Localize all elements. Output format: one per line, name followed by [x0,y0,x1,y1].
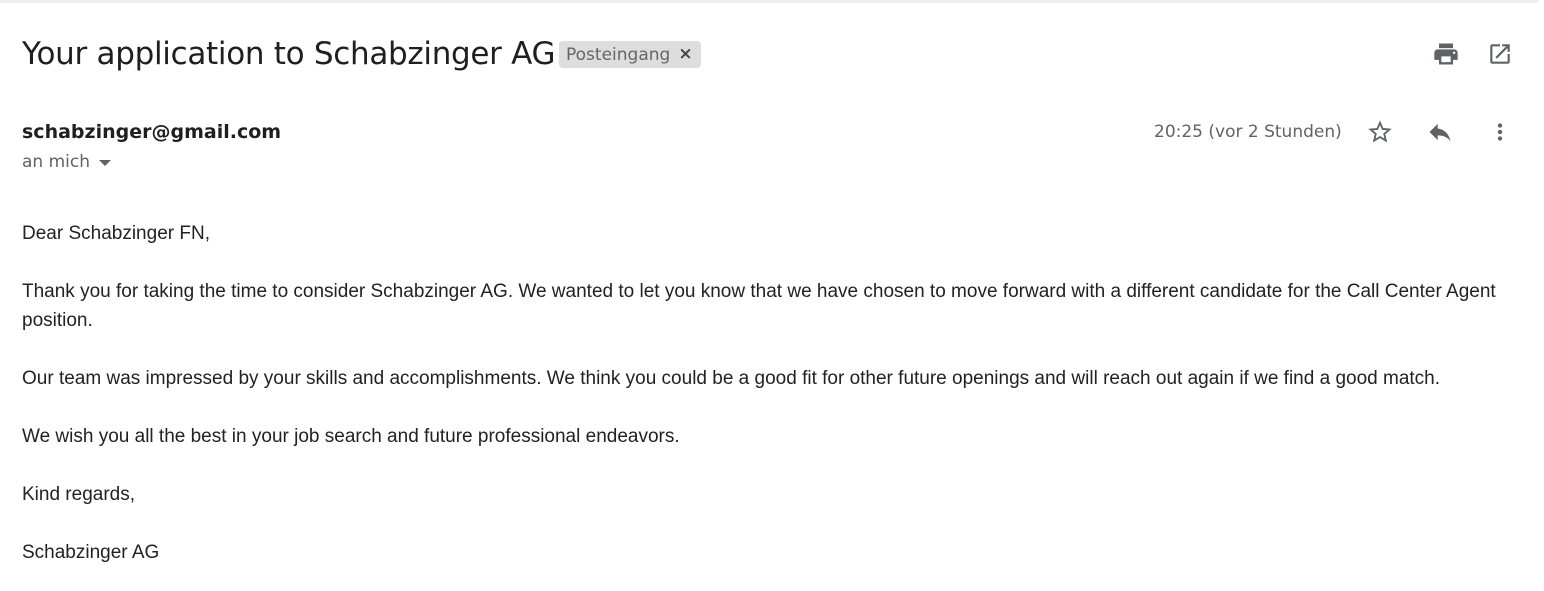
star-button[interactable] [1362,114,1398,150]
open-in-new-window-icon [1487,41,1513,67]
star-icon [1366,118,1394,146]
body-paragraph: Thank you for taking the time to conside… [22,281,1496,331]
recipient-dropdown[interactable]: an mich [22,150,111,174]
sender-email: schabzinger@gmail.com [22,121,282,143]
more-vertical-icon [1487,119,1513,145]
body-closing: Kind regards, [22,484,136,505]
recipient-label: an mich [22,152,90,172]
body-greeting: Dear Schabzinger FN, [22,223,210,244]
reply-icon [1426,118,1454,146]
label-chip-text: Posteingang [566,44,671,65]
open-in-new-window-button[interactable] [1482,36,1518,72]
remove-label-icon[interactable]: × [678,46,692,63]
email-timestamp: 20:25 (vor 2 Stunden) [1154,122,1342,142]
body-paragraph: We wish you all the best in your job sea… [22,426,680,447]
body-signature: Schabzinger AG [22,542,160,563]
label-chip-inbox[interactable]: Posteingang × [559,41,701,68]
top-divider [0,0,1538,3]
caret-down-icon [99,160,111,166]
reply-button[interactable] [1422,114,1458,150]
more-options-button[interactable] [1482,114,1518,150]
email-body: Dear Schabzinger FN, Thank you for takin… [22,219,1512,591]
email-subject: Your application to Schabzinger AG [22,36,556,72]
body-paragraph: Our team was impressed by your skills an… [22,368,1441,389]
print-button[interactable] [1428,36,1464,72]
print-icon [1432,40,1460,68]
